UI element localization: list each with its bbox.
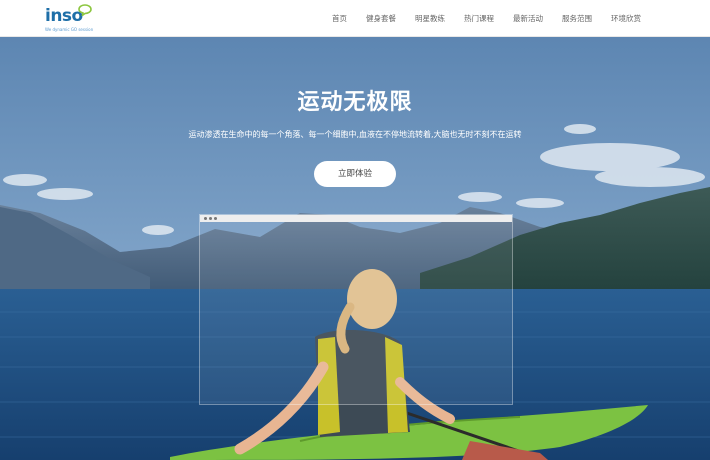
nav-item-environment[interactable]: 环境欣赏 — [611, 0, 641, 37]
nav-item-popular-courses[interactable]: 热门课程 — [464, 0, 494, 37]
window-dot-icon — [204, 217, 207, 220]
browser-mockup-bar — [200, 215, 512, 222]
logo-tagline: We dynamic GO session — [45, 27, 94, 32]
hero-title: 运动无极限 — [297, 90, 413, 115]
main-nav: 首页 健身套餐 明星教练 热门课程 最新活动 服务范围 环境欣赏 — [332, 0, 641, 37]
nav-item-fitness-packages[interactable]: 健身套餐 — [366, 0, 396, 37]
browser-mockup-frame — [199, 214, 513, 405]
speech-bubble-icon — [78, 4, 92, 16]
try-now-button[interactable]: 立即体验 — [314, 161, 396, 187]
site-logo[interactable]: inso We dynamic GO session — [45, 4, 105, 34]
nav-item-latest-events[interactable]: 最新活动 — [513, 0, 543, 37]
hero-subtitle: 运动渗透在生命中的每一个角落、每一个细胞中,血液在不停地流转着,大脑也无时不刻不… — [188, 130, 522, 139]
window-dot-icon — [209, 217, 212, 220]
nav-item-star-coaches[interactable]: 明星教练 — [415, 0, 445, 37]
nav-item-home[interactable]: 首页 — [332, 0, 347, 37]
window-dot-icon — [214, 217, 217, 220]
nav-item-service-scope[interactable]: 服务范围 — [562, 0, 592, 37]
site-header: inso We dynamic GO session 首页 健身套餐 明星教练 … — [0, 0, 710, 37]
hero-banner: 运动无极限 运动渗透在生命中的每一个角落、每一个细胞中,血液在不停地流转着,大脑… — [0, 37, 710, 460]
